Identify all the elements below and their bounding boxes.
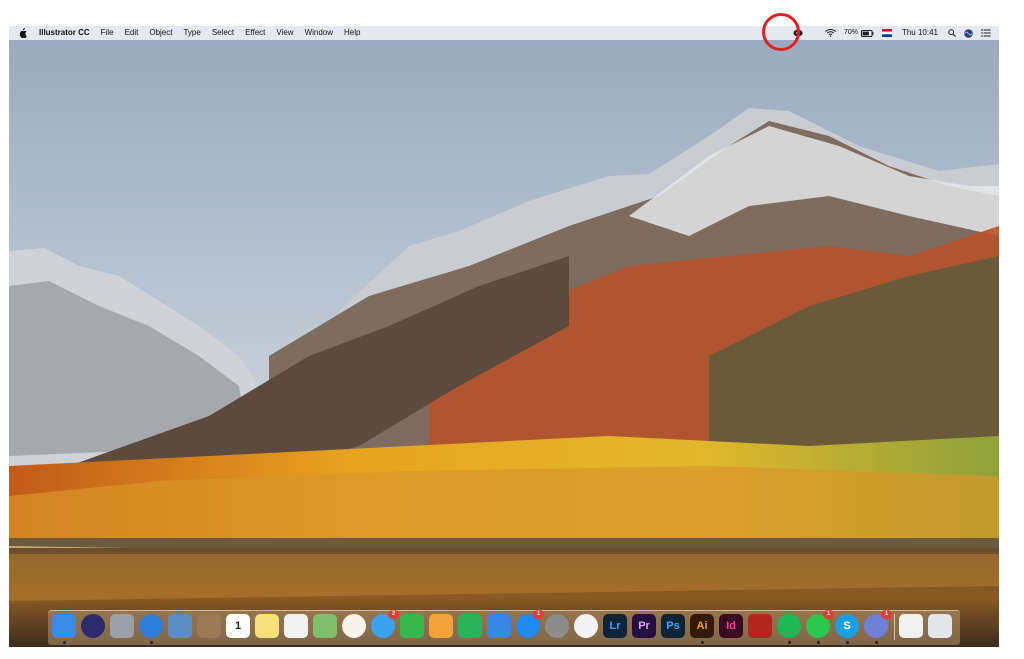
lightroom-label: Lr: [609, 620, 621, 632]
discord-icon[interactable]: 1: [864, 610, 892, 638]
keynote-icon[interactable]: [487, 614, 511, 638]
menu-object[interactable]: Object: [149, 26, 172, 40]
system-preferences-icon[interactable]: [545, 614, 569, 638]
running-indicator: [63, 641, 66, 644]
photoshop-label: Ps: [666, 620, 680, 632]
indesign-icon[interactable]: Id: [719, 614, 743, 638]
netherlands-flag-icon[interactable]: [881, 29, 892, 37]
photos-icon[interactable]: [342, 614, 366, 638]
illustrator-icon[interactable]: Ai: [690, 614, 714, 638]
menu-type[interactable]: Type: [183, 26, 200, 40]
launchpad-icon[interactable]: [110, 614, 134, 638]
maps-icon[interactable]: [313, 614, 337, 638]
dock-separator: [894, 614, 895, 640]
safari-icon[interactable]: [139, 614, 163, 638]
filezilla-icon[interactable]: [748, 614, 772, 638]
running-indicator: [788, 641, 791, 644]
running-indicator: [701, 641, 704, 644]
calendar-label: 1: [234, 620, 242, 632]
skype-label: S: [843, 620, 851, 632]
menu-view[interactable]: View: [276, 26, 293, 40]
premiere-label: Pr: [638, 620, 650, 632]
camper-app-icon[interactable]: [899, 614, 923, 638]
notification-badge: 1: [881, 610, 892, 619]
siri-icon[interactable]: [964, 28, 973, 38]
trash-icon[interactable]: [928, 614, 952, 638]
indesign-label: Id: [726, 620, 736, 632]
menu-file[interactable]: File: [101, 26, 114, 40]
itunes-icon[interactable]: [574, 614, 598, 638]
running-indicator: [817, 641, 820, 644]
notefile-icon[interactable]: [197, 614, 221, 638]
running-indicator: [875, 641, 878, 644]
skype-icon[interactable]: S: [835, 614, 859, 638]
spotify-icon[interactable]: [777, 614, 801, 638]
messages-icon[interactable]: 2: [371, 610, 399, 638]
battery-icon[interactable]: [860, 29, 874, 37]
running-indicator: [846, 641, 849, 644]
calendar-icon[interactable]: 1: [226, 614, 250, 638]
siri-icon[interactable]: [81, 614, 105, 638]
whatsapp-icon[interactable]: 1: [806, 610, 834, 638]
notification-center-icon[interactable]: [981, 29, 991, 37]
notes-icon[interactable]: [255, 614, 279, 638]
app-store-icon[interactable]: 1: [516, 610, 544, 638]
menu-effect[interactable]: Effect: [245, 26, 265, 40]
notification-badge: 2: [388, 610, 399, 619]
apple-icon[interactable]: [19, 28, 27, 38]
photoshop-icon[interactable]: Ps: [661, 614, 685, 638]
desktop-wallpaper: [9, 26, 999, 647]
notification-badge: 1: [823, 610, 834, 619]
app-menu[interactable]: Illustrator CC: [39, 26, 90, 40]
menu-window[interactable]: Window: [305, 26, 333, 40]
menu-help[interactable]: Help: [344, 26, 360, 40]
preview-icon[interactable]: [168, 614, 192, 638]
menu-bar: Illustrator CC File Edit Object Type Sel…: [9, 26, 999, 40]
menu-edit[interactable]: Edit: [125, 26, 139, 40]
wifi-icon[interactable]: [825, 29, 836, 37]
running-indicator: [150, 641, 153, 644]
menu-select[interactable]: Select: [212, 26, 234, 40]
illustrator-label: Ai: [696, 620, 708, 632]
spotlight-icon[interactable]: [948, 29, 956, 37]
premiere-icon[interactable]: Pr: [632, 614, 656, 638]
desktop-screen: Illustrator CC File Edit Object Type Sel…: [9, 26, 999, 647]
notification-badge: 1: [533, 610, 544, 619]
pages-icon[interactable]: [429, 614, 453, 638]
numbers-icon[interactable]: [458, 614, 482, 638]
clock[interactable]: Thu 10:41: [902, 26, 938, 40]
lightroom-icon[interactable]: Lr: [603, 614, 627, 638]
highlight-circle: [762, 13, 800, 51]
reminders-icon[interactable]: [284, 614, 308, 638]
finder-icon[interactable]: [52, 614, 76, 638]
facetime-icon[interactable]: [400, 614, 424, 638]
battery-percent[interactable]: 70%: [844, 26, 858, 40]
